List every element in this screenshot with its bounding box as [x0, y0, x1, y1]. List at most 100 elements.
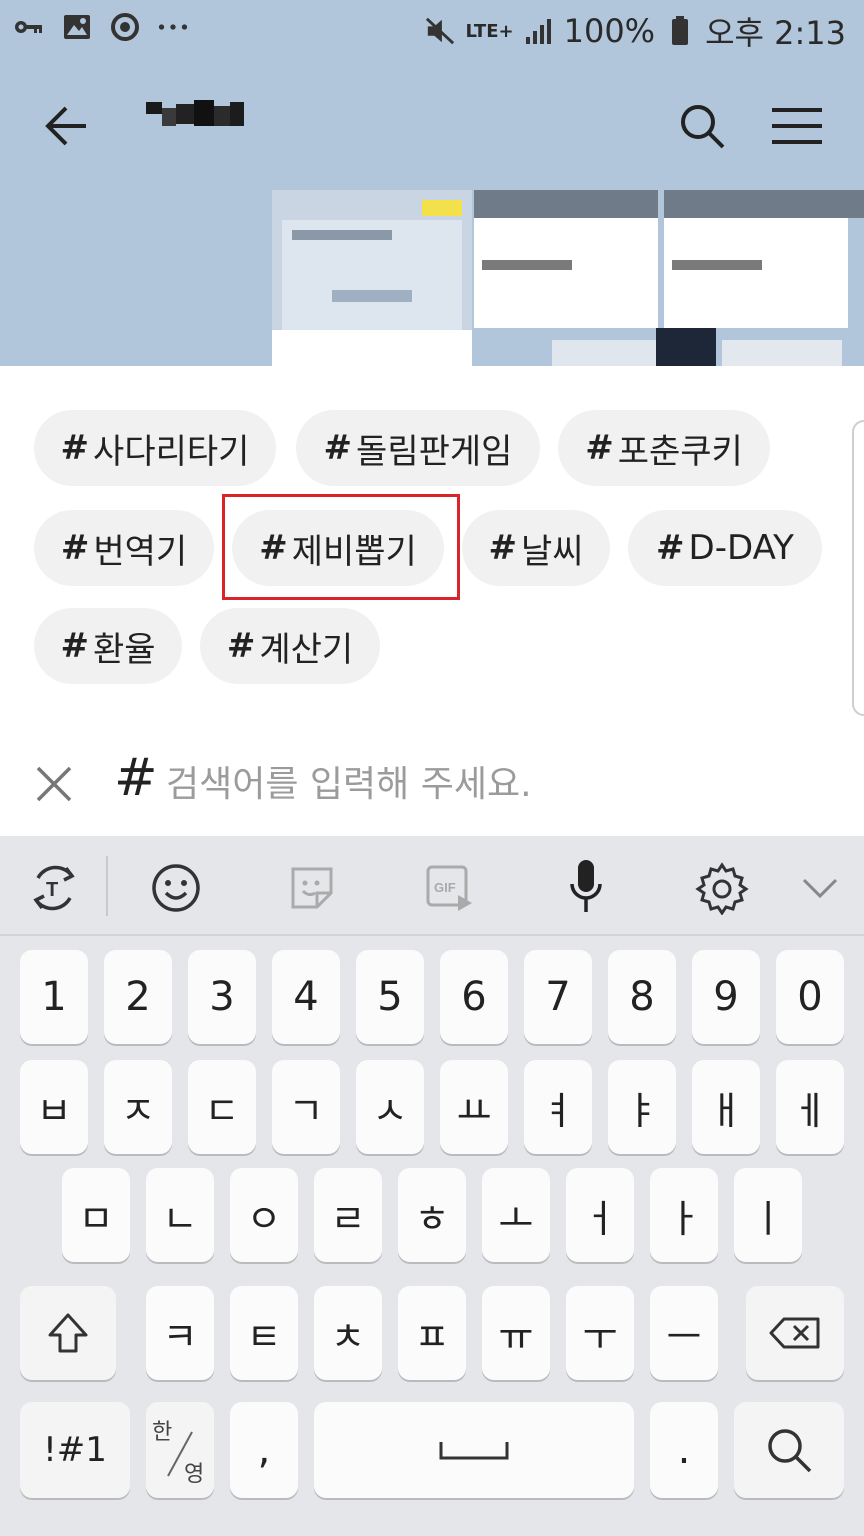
microphone-icon — [570, 860, 602, 912]
key-bieup[interactable]: ㅂ — [20, 1060, 88, 1154]
network-label: LTE+ — [465, 20, 514, 42]
tag-translator[interactable]: # 번역기 — [34, 510, 214, 586]
search-button[interactable] — [676, 100, 728, 152]
close-icon — [36, 766, 72, 802]
key-ae[interactable]: ㅐ — [692, 1060, 760, 1154]
text-mode-button[interactable]: T — [22, 856, 86, 920]
tag-dday[interactable]: # D-DAY — [628, 510, 822, 586]
gear-icon — [695, 862, 749, 915]
key-7[interactable]: 7 — [524, 950, 592, 1044]
mute-icon — [425, 16, 455, 46]
svg-text:GIF: GIF — [434, 880, 456, 895]
key-o[interactable]: ㅗ — [482, 1168, 550, 1262]
highlight-box — [222, 494, 460, 600]
gif-icon: GIF — [426, 865, 472, 911]
comma-key[interactable]: , — [230, 1402, 298, 1498]
key-5[interactable]: 5 — [356, 950, 424, 1044]
close-button[interactable] — [30, 760, 78, 808]
key-yo[interactable]: ㅛ — [440, 1060, 508, 1154]
key-tieut[interactable]: ㅌ — [230, 1286, 298, 1380]
svg-text:T: T — [46, 879, 58, 901]
key-e[interactable]: ㅔ — [776, 1060, 844, 1154]
settings-button[interactable] — [690, 856, 754, 920]
sticker-icon — [291, 867, 333, 909]
key-yu[interactable]: ㅠ — [482, 1286, 550, 1380]
back-arrow-icon — [45, 106, 86, 146]
key-giyeok[interactable]: ㄱ — [272, 1060, 340, 1154]
backspace-key[interactable] — [746, 1286, 844, 1380]
key-4[interactable]: 4 — [272, 950, 340, 1044]
gallery-icon — [62, 12, 92, 42]
keyboard: T GIF 1 2 3 4 5 6 7 8 9 0 ㅂ ㅈ ㄷ ㄱ ㅅ ㅛ ㅕ … — [0, 836, 864, 1536]
key-nieun[interactable]: ㄴ — [146, 1168, 214, 1262]
search-row: # — [0, 720, 864, 836]
key-chieut[interactable]: ㅊ — [314, 1286, 382, 1380]
key-ya[interactable]: ㅑ — [608, 1060, 676, 1154]
key-digeut[interactable]: ㄷ — [188, 1060, 256, 1154]
sticker-button[interactable] — [280, 856, 344, 920]
preview-thumbnails — [272, 190, 864, 366]
key-ieung[interactable]: ㅇ — [230, 1168, 298, 1262]
key-yeo[interactable]: ㅕ — [524, 1060, 592, 1154]
voice-input-button[interactable] — [554, 856, 618, 920]
hash-symbol: # — [114, 748, 158, 808]
collapse-keyboard-button[interactable] — [788, 856, 852, 920]
text-convert-icon: T — [33, 865, 75, 911]
battery-icon — [665, 16, 695, 46]
emoji-button[interactable] — [144, 856, 208, 920]
key-icon — [14, 12, 44, 42]
search-icon — [681, 105, 725, 149]
key-6[interactable]: 6 — [440, 950, 508, 1044]
toolbar-divider — [106, 856, 108, 916]
keyboard-toolbar: T GIF — [0, 836, 864, 936]
tag-ladder-game[interactable]: # 사다리타기 — [34, 410, 276, 486]
key-3[interactable]: 3 — [188, 950, 256, 1044]
lang-key-english: 영 — [184, 1462, 205, 1487]
key-8[interactable]: 8 — [608, 950, 676, 1044]
search-input[interactable] — [166, 756, 806, 812]
key-u[interactable]: ㅜ — [566, 1286, 634, 1380]
key-hieut[interactable]: ㅎ — [398, 1168, 466, 1262]
tag-label: 포춘쿠키 — [617, 431, 743, 472]
menu-button[interactable] — [770, 104, 824, 148]
clock: 오후 2:13 — [705, 14, 846, 52]
key-i[interactable]: ㅣ — [734, 1168, 802, 1262]
key-eu[interactable]: ㅡ — [650, 1286, 718, 1380]
tag-calculator[interactable]: # 계산기 — [200, 608, 380, 684]
key-9[interactable]: 9 — [692, 950, 760, 1044]
tag-fortune-cookie[interactable]: # 포춘쿠키 — [558, 410, 770, 486]
status-bar: LTE+ 100% 오후 2:13 — [0, 0, 864, 60]
tag-exchange-rate[interactable]: # 환율 — [34, 608, 182, 684]
shift-arrow-icon — [48, 1313, 88, 1353]
key-rieul[interactable]: ㄹ — [314, 1168, 382, 1262]
key-mieum[interactable]: ㅁ — [62, 1168, 130, 1262]
key-siot[interactable]: ㅅ — [356, 1060, 424, 1154]
sync-icon — [110, 12, 140, 42]
signal-icon — [524, 16, 554, 46]
period-key[interactable]: . — [650, 1402, 718, 1498]
key-a[interactable]: ㅏ — [650, 1168, 718, 1262]
chevron-down-icon — [802, 878, 838, 898]
key-pieup[interactable]: ㅍ — [398, 1286, 466, 1380]
key-1[interactable]: 1 — [20, 950, 88, 1044]
key-2[interactable]: 2 — [104, 950, 172, 1044]
language-switch-key[interactable]: 한 영 — [146, 1402, 214, 1498]
title-pixelated — [146, 100, 246, 130]
key-0[interactable]: 0 — [776, 950, 844, 1044]
shift-key[interactable] — [20, 1286, 116, 1380]
back-button[interactable] — [40, 98, 96, 154]
backspace-icon — [769, 1317, 820, 1349]
space-key[interactable] — [314, 1402, 634, 1498]
key-jieut[interactable]: ㅈ — [104, 1060, 172, 1154]
tag-roulette-game[interactable]: # 돌림판게임 — [296, 410, 540, 486]
tag-label: 돌림판게임 — [356, 431, 513, 472]
symbols-key[interactable]: !#1 — [20, 1402, 130, 1498]
tag-label: 번역기 — [93, 531, 188, 572]
tag-weather[interactable]: # 날씨 — [462, 510, 610, 586]
key-eo[interactable]: ㅓ — [566, 1168, 634, 1262]
key-kieuk[interactable]: ㅋ — [146, 1286, 214, 1380]
search-enter-key[interactable] — [734, 1402, 844, 1498]
tag-label: 날씨 — [520, 531, 584, 572]
gif-button[interactable]: GIF — [418, 856, 482, 920]
tag-label: 계산기 — [259, 629, 354, 670]
